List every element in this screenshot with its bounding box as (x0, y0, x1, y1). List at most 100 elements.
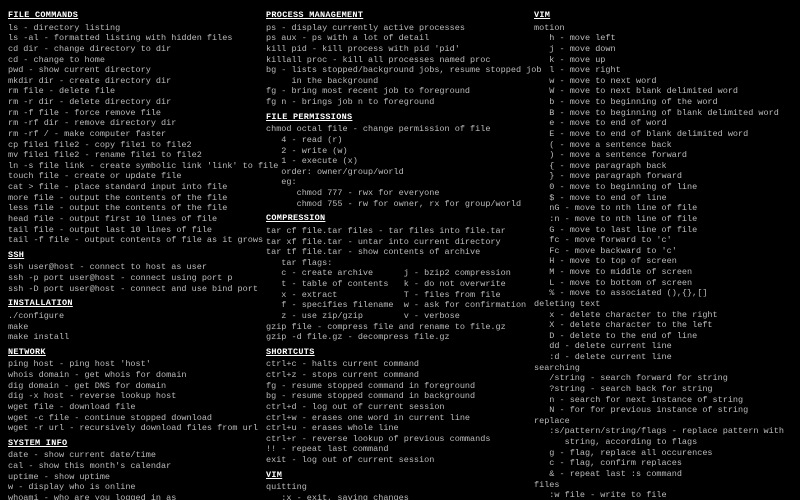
line: gzip file - compress file and rename to … (266, 322, 516, 333)
column-1: FILE COMMANDS ls - directory listingls -… (8, 6, 248, 500)
block-vim-2: motion h - move left j - move down k - m… (534, 23, 784, 500)
block-ssh: ssh user@host - connect to host as users… (8, 262, 248, 294)
line: rm -f file - force remove file (8, 108, 248, 119)
line: :n - move to nth line of file (534, 214, 784, 225)
line: ctrl+z - stops current command (266, 370, 516, 381)
line: searching (534, 363, 784, 374)
line: % - move to associated (),{},[] (534, 288, 784, 299)
line: ssh -D port user@host - connect and use … (8, 284, 248, 295)
line: M - move to middle of screen (534, 267, 784, 278)
heading-process-management: PROCESS MANAGEMENT (266, 10, 516, 21)
line: ctrl+r - reverse lookup of previous comm… (266, 434, 516, 445)
line: touch file - create or update file (8, 171, 248, 182)
line: ?string - search back for string (534, 384, 784, 395)
line: string, according to flags (534, 437, 784, 448)
line: w - display who is online (8, 482, 248, 493)
line: x - extract T - files from file (266, 290, 516, 301)
line: :s/pattern/string/flags - replace patter… (534, 426, 784, 437)
line: k - move up (534, 55, 784, 66)
line: B - move to beginning of blank delimited… (534, 108, 784, 119)
line: Fc - move backward to 'c' (534, 246, 784, 257)
line: order: owner/group/world (266, 167, 516, 178)
line: tar flags: (266, 258, 516, 269)
line: wget -c file - continue stopped download (8, 413, 248, 424)
line: replace (534, 416, 784, 427)
line: E - move to end of blank delimited word (534, 129, 784, 140)
line: ctrl+d - log out of current session (266, 402, 516, 413)
line: ctrl+c - halts current command (266, 359, 516, 370)
line: ping host - ping host 'host' (8, 359, 248, 370)
cheatsheet: FILE COMMANDS ls - directory listingls -… (0, 0, 800, 500)
line: in the background (266, 76, 516, 87)
heading-vim-1: VIM (266, 470, 516, 481)
line: tail file - output last 10 lines of file (8, 225, 248, 236)
block-system-info: date - show current date/timecal - show … (8, 450, 248, 500)
line: ln -s file link - create symbolic link '… (8, 161, 248, 172)
line: 1 - execute (x) (266, 156, 516, 167)
line: L - move to bottom of screen (534, 278, 784, 289)
line: ctrl+u - erases whole line (266, 423, 516, 434)
line: killall proc - kill all processes named … (266, 55, 516, 66)
line: l - move right (534, 65, 784, 76)
line: g - flag, replace all occurences (534, 448, 784, 459)
line: deleting text (534, 299, 784, 310)
line: make (8, 322, 248, 333)
line: H - move to top of screen (534, 256, 784, 267)
line: dig domain - get DNS for domain (8, 381, 248, 392)
line: f - specifies filename w - ask for confi… (266, 300, 516, 311)
line: j - move down (534, 44, 784, 55)
line: ssh user@host - connect to host as user (8, 262, 248, 273)
line: exit - log out of current session (266, 455, 516, 466)
line: tail -f file - output contents of file a… (8, 235, 248, 246)
line: ssh -p port user@host - connect using po… (8, 273, 248, 284)
line: cat > file - place standard input into f… (8, 182, 248, 193)
line: ./configure (8, 311, 248, 322)
line: date - show current date/time (8, 450, 248, 461)
line: eg: (266, 177, 516, 188)
line: !! - repeat last command (266, 444, 516, 455)
line: N - for for previous instance of string (534, 405, 784, 416)
block-vim-1: quitting :x - exit, saving changes :wq -… (266, 482, 516, 500)
line: ps - display currently active processes (266, 23, 516, 34)
block-file-permissions: chmod octal file - change permission of … (266, 124, 516, 209)
line: mv file1 file2 - rename file1 to file2 (8, 150, 248, 161)
line: G - move to last line of file (534, 225, 784, 236)
line: ls -al - formatted listing with hidden f… (8, 33, 248, 44)
line: whois domain - get whois for domain (8, 370, 248, 381)
line: 0 - move to beginning of line (534, 182, 784, 193)
line: more file - output the contents of the f… (8, 193, 248, 204)
heading-shortcuts: SHORTCUTS (266, 347, 516, 358)
heading-ssh: SSH (8, 250, 248, 261)
line: pwd - show current directory (8, 65, 248, 76)
line: uptime - show uptime (8, 472, 248, 483)
heading-vim-2: VIM (534, 10, 784, 21)
line: motion (534, 23, 784, 34)
line: x - delete character to the right (534, 310, 784, 321)
heading-network: NETWORK (8, 347, 248, 358)
line: rm -rf / - make computer faster (8, 129, 248, 140)
heading-compression: COMPRESSION (266, 213, 516, 224)
line: tar cf file.tar files - tar files into f… (266, 226, 516, 237)
line: cp file1 file2 - copy file1 to file2 (8, 140, 248, 151)
heading-file-permissions: FILE PERMISSIONS (266, 112, 516, 123)
line: chmod 755 - rw for owner, rx for group/w… (266, 199, 516, 210)
line: $ - move to end of line (534, 193, 784, 204)
block-process-management: ps - display currently active processesp… (266, 23, 516, 108)
line: n - search for next instance of string (534, 395, 784, 406)
line: wget file - download file (8, 402, 248, 413)
line: D - delete to the end of line (534, 331, 784, 342)
line: ps aux - ps with a lot of detail (266, 33, 516, 44)
line: z - use zip/gzip v - verbose (266, 311, 516, 322)
line: } - move paragraph forward (534, 171, 784, 182)
line: dig -x host - reverse lookup host (8, 391, 248, 402)
line: ( - move a sentence back (534, 140, 784, 151)
block-network: ping host - ping host 'host'whois domain… (8, 359, 248, 433)
line: make install (8, 332, 248, 343)
line: h - move left (534, 33, 784, 44)
line: c - flag, confirm replaces (534, 458, 784, 469)
line: 2 - write (w) (266, 146, 516, 157)
line: fg - resume stopped command in foregroun… (266, 381, 516, 392)
column-2: PROCESS MANAGEMENT ps - display currentl… (266, 6, 516, 500)
line: dd - delete current line (534, 341, 784, 352)
line: c - create archive j - bzip2 compression (266, 268, 516, 279)
